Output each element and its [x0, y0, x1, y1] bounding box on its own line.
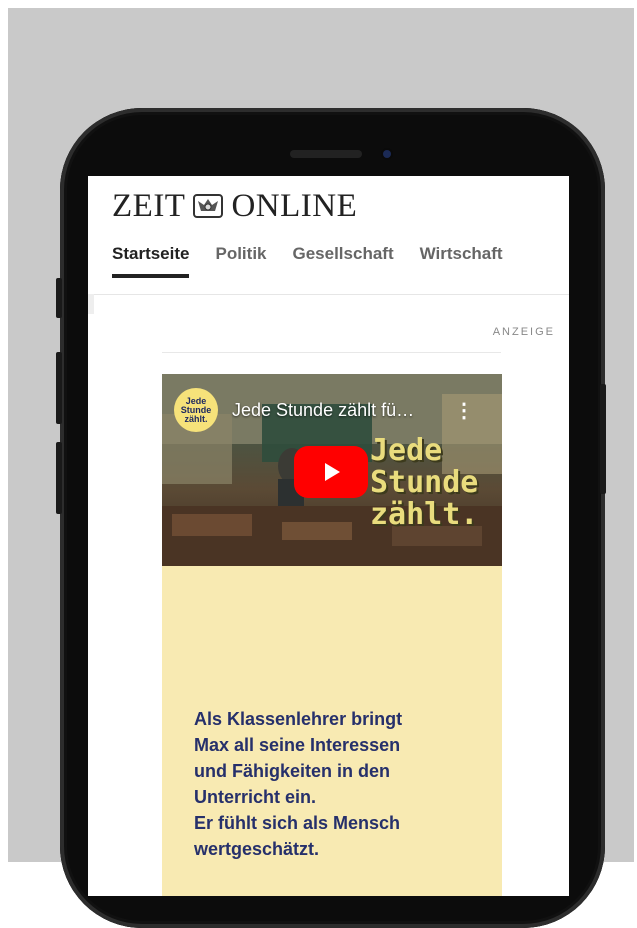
nav-divider [88, 294, 569, 295]
ad-line-1: Als Klassenlehrer bringt [194, 709, 403, 729]
ad-label: ANZEIGE [492, 326, 555, 338]
play-button[interactable] [294, 446, 368, 498]
logo-word-zeit: ZEIT [112, 187, 186, 224]
video-title[interactable]: Jede Stunde zählt fü… [232, 400, 414, 421]
phone-screen: ZEIT ONLINE Startseite Politik Gesellsch… [88, 176, 569, 896]
more-vert-icon[interactable]: ⋮ [454, 398, 474, 423]
eagle-crest-icon [193, 194, 224, 218]
tab-gesellschaft[interactable]: Gesellschaft [293, 244, 394, 278]
ad-line-2: Max all seine Interessen [194, 735, 401, 755]
site-logo[interactable]: ZEIT ONLINE [112, 186, 357, 226]
content-left-rule [88, 294, 94, 314]
video-overlay-word-3: zählt. [370, 497, 479, 532]
phone-speaker [290, 150, 362, 158]
ad-divider [162, 352, 501, 353]
phone-volume-up [56, 352, 62, 424]
phone-volume-down [56, 442, 62, 514]
ad-line-4: Unterricht ein. [194, 787, 317, 807]
ad-line-6: wertgeschätzt. [194, 839, 320, 859]
ad-copy: Als Klassenlehrer bringt Max all seine I… [194, 706, 484, 862]
tab-politik[interactable]: Politik [215, 244, 266, 278]
ad-line-3: und Fähigkeiten in den [194, 761, 391, 781]
video-overlay-word-1: Jede [370, 433, 443, 468]
ad-text-panel[interactable]: Als Klassenlehrer bringt Max all seine I… [162, 566, 502, 896]
tab-wirtschaft[interactable]: Wirtschaft [420, 244, 503, 278]
avatar-line-3: zählt. [184, 413, 208, 424]
ad-line-5: Er fühlt sich als Mensch [194, 813, 401, 833]
phone-side-button [56, 278, 62, 318]
phone-power-button [600, 384, 606, 494]
video-player[interactable]: Jede Stunde zählt. Jede Stunde zählt. Je… [162, 374, 502, 566]
video-overlay-word-2: Stunde [370, 465, 479, 500]
channel-avatar[interactable]: Jede Stunde zählt. [174, 388, 218, 432]
tab-startseite[interactable]: Startseite [112, 244, 190, 278]
phone-camera [383, 150, 391, 158]
logo-word-online: ONLINE [231, 187, 358, 224]
play-icon [325, 463, 340, 481]
section-nav: Startseite Politik Gesellschaft Wirtscha… [112, 244, 529, 278]
